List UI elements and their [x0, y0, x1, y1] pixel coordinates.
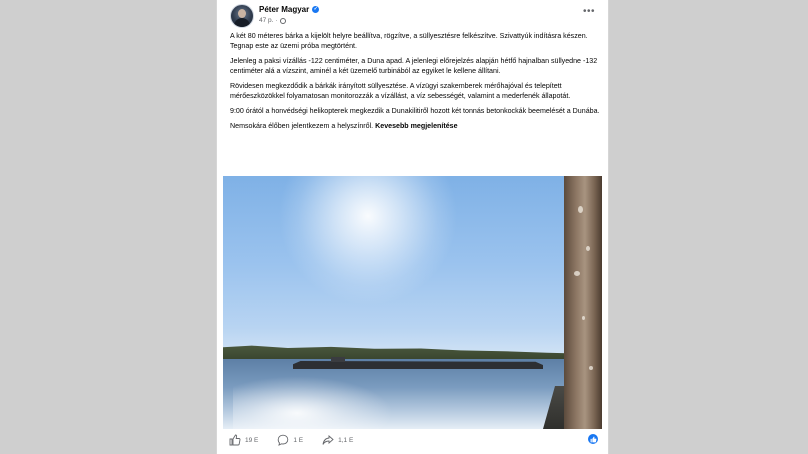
globe-icon [279, 17, 286, 24]
water-shimmer [233, 376, 393, 429]
like-icon [229, 434, 241, 446]
post-paragraph: A két 80 méteres bárka a kijelölt helyre… [230, 32, 588, 50]
share-icon [322, 434, 334, 446]
post-paragraph-last: Nemsokára élőben jelentkezem a helyszínr… [230, 121, 600, 131]
post-spot [586, 246, 590, 251]
verified-badge-icon: ✓ [312, 6, 320, 13]
share-count: 1,1 E [338, 436, 354, 444]
sun-glow [278, 176, 458, 306]
post-last-text: Nemsokára élőben jelentkezem a helyszínr… [230, 122, 374, 130]
avatar-face [238, 9, 246, 18]
avatar[interactable] [230, 4, 254, 28]
barge [293, 361, 543, 369]
post-paragraph: 9:00 órától a honvédségi helikopterek me… [230, 107, 600, 115]
comment-button[interactable]: 1 E [277, 434, 303, 446]
like-count: 19 E [245, 436, 259, 444]
post-spot [574, 271, 580, 276]
author-line: Péter Magyar ✓ [259, 5, 320, 14]
barge-cabin [331, 357, 345, 362]
post-paragraph: Jelenleg a paksi vízállás -122 centiméte… [230, 57, 598, 75]
more-options-icon[interactable]: ••• [583, 7, 595, 17]
see-less-link[interactable]: Kevesebb megjelenítése [375, 122, 457, 130]
separator-dot: · [275, 17, 278, 24]
share-button[interactable]: 1,1 E [322, 434, 353, 446]
post-paragraph: Rövidesen megkezdődik a bárkák irányítot… [230, 82, 571, 100]
avatar-suit [234, 18, 250, 27]
post-card: Péter Magyar ✓ 47 p. · ••• A két 80 méte… [216, 0, 609, 454]
post-meta: 47 p. · [259, 17, 286, 24]
treeline [223, 345, 583, 360]
post-spot [582, 316, 585, 320]
post-time[interactable]: 47 p. [259, 17, 273, 24]
post-actions: 19 E 1 E 1,1 E [229, 432, 598, 448]
post-photo[interactable] [223, 176, 602, 429]
post-spot [578, 206, 583, 213]
reaction-like-icon[interactable] [588, 434, 598, 444]
author-name[interactable]: Péter Magyar [259, 5, 309, 14]
comment-count: 1 E [293, 436, 304, 444]
post-text: A két 80 méteres bárka a kijelölt helyre… [230, 31, 600, 136]
comment-icon [277, 434, 289, 446]
wooden-post [564, 176, 602, 429]
post-spot [589, 366, 593, 370]
like-button[interactable]: 19 E [229, 434, 258, 446]
post-header: Péter Magyar ✓ 47 p. · ••• [229, 4, 598, 28]
